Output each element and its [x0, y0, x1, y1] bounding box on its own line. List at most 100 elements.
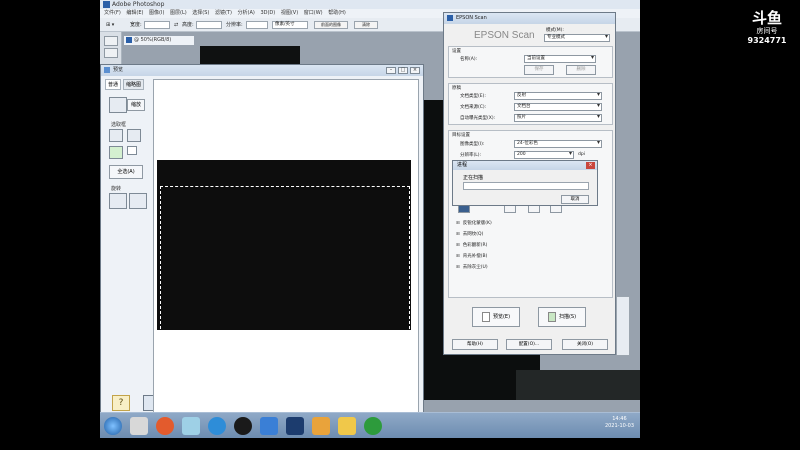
menu-select[interactable]: 选择(S): [192, 10, 209, 16]
delete-button[interactable]: 删除: [566, 65, 596, 75]
system-clock[interactable]: 14:46 2021-10-03: [605, 416, 634, 430]
scan-button-label: 扫描(S): [558, 314, 577, 320]
menu-filter[interactable]: 滤镜(T): [215, 10, 232, 16]
name-select[interactable]: 当前设置: [524, 55, 596, 63]
front-image-button[interactable]: 前面的图像: [314, 21, 348, 29]
background-window-edge: [616, 296, 630, 356]
progress-bar: [463, 182, 589, 190]
tab-thumbnail[interactable]: 缩略图: [123, 79, 145, 90]
preview-window: 预览 – □ × 普通 缩略图 缩放 选取框 全选(A) 旋转 ?: [100, 64, 424, 418]
marquee-color-icon[interactable]: [109, 146, 123, 159]
menu-edit[interactable]: 编辑(E): [126, 10, 143, 16]
doc-type-select[interactable]: 反射: [514, 92, 602, 100]
menu-analysis[interactable]: 分析(A): [238, 10, 255, 16]
maximize-button[interactable]: □: [398, 67, 408, 74]
marquee-edit-icon[interactable]: [109, 129, 123, 142]
progress-close-icon[interactable]: ×: [586, 162, 595, 169]
taskbar: 14:46 2021-10-03: [100, 412, 640, 438]
close-button-epson[interactable]: 关闭(O): [562, 339, 608, 350]
resolution-unit: dpi: [578, 152, 585, 157]
desktop-screen: Adobe Photoshop 文件(F) 编辑(E) 图像(I) 图层(L) …: [100, 0, 640, 438]
minimize-button[interactable]: –: [386, 67, 396, 74]
marquee-delete-icon[interactable]: [127, 146, 137, 155]
start-button-icon[interactable]: [104, 417, 122, 435]
config-button[interactable]: 配置(O)...: [506, 339, 552, 350]
taskbar-app-icon[interactable]: [156, 417, 174, 435]
mode-select[interactable]: 专业模式: [544, 34, 610, 42]
select-all-button[interactable]: 全选(A): [109, 165, 143, 179]
epson-titlebar: EPSON Scan: [444, 13, 615, 24]
document-image-fabric-bottom: [516, 370, 640, 400]
option-unsharp-mask[interactable]: 反锐化蒙版(K): [456, 220, 492, 226]
epson-title: EPSON Scan: [456, 15, 487, 21]
help-icon[interactable]: ?: [112, 395, 130, 411]
crop-tool-icon[interactable]: ⊞ ▾: [106, 18, 114, 32]
document-icon: [126, 37, 132, 43]
menu-file[interactable]: 文件(F): [104, 10, 121, 16]
resolution-input[interactable]: [246, 21, 268, 29]
taskbar-app-icon[interactable]: [234, 417, 252, 435]
taskbar-app-icon[interactable]: [338, 417, 356, 435]
tab-normal[interactable]: 普通: [105, 79, 122, 90]
taskbar-app-icon[interactable]: [286, 417, 304, 435]
menu-help[interactable]: 帮助(H): [328, 10, 346, 16]
progress-title: 进程: [457, 162, 468, 168]
magnifier-icon[interactable]: [109, 97, 127, 113]
image-type-label: 图像类型(I):: [460, 142, 485, 147]
rotate-left-icon[interactable]: [109, 193, 127, 209]
photoshop-titlebar: Adobe Photoshop: [100, 0, 640, 9]
menu-window[interactable]: 窗口(W): [304, 10, 323, 16]
room-label: 房间号: [756, 27, 778, 35]
scan-button[interactable]: 扫描(S): [538, 307, 586, 327]
preview-button[interactable]: 预览(E): [472, 307, 520, 327]
document-tab[interactable]: @ 50%(RGB/8): [124, 36, 194, 45]
room-id: 9324771: [747, 36, 787, 45]
marquee-tool-icon[interactable]: [104, 36, 118, 46]
preview-canvas[interactable]: [153, 79, 419, 413]
menu-3d[interactable]: 3D(D): [260, 10, 275, 16]
taskbar-app-icon[interactable]: [364, 417, 382, 435]
preview-sidebar: 普通 缩略图 缩放 选取框 全选(A) 旋转 ?: [105, 79, 161, 413]
preview-titlebar: 预览 – □ ×: [101, 65, 423, 76]
width-input[interactable]: [144, 21, 170, 29]
selection-marquee[interactable]: [160, 186, 410, 334]
option-dust-removal[interactable]: 去除灰尘(U): [456, 264, 488, 270]
preview-tabs: 普通 缩略图: [105, 79, 151, 90]
zoom-button[interactable]: 缩放: [127, 99, 145, 111]
marquee-copy-icon[interactable]: [127, 129, 141, 142]
menu-image[interactable]: 图像(I): [149, 10, 164, 16]
doc-source-select[interactable]: 文档台: [514, 103, 602, 111]
clock-date: 2021-10-03: [604, 423, 634, 429]
menu-layer[interactable]: 图层(L): [170, 10, 187, 16]
auto-exposure-select[interactable]: 照片: [514, 114, 602, 122]
taskbar-app-icon[interactable]: [208, 417, 226, 435]
auto-exposure-label: 自动曝光类型(X):: [460, 116, 496, 121]
option-backlight-correction[interactable]: 背光补偿(B): [456, 253, 488, 259]
original-heading: 原稿: [452, 86, 461, 91]
save-button[interactable]: 保存: [524, 65, 554, 75]
document-tab-label: @ 50%(RGB/8): [134, 37, 172, 43]
epson-logo: EPSON Scan: [474, 30, 535, 41]
swap-icon[interactable]: ⇄: [174, 18, 178, 32]
image-type-select[interactable]: 24-位彩色: [514, 140, 602, 148]
doc-type-label: 文档类型(E):: [460, 94, 486, 99]
progress-dialog: 进程 × 正在扫描 取消: [452, 160, 598, 206]
option-descreening[interactable]: 去网纹(Q): [456, 231, 484, 237]
clear-button[interactable]: 清除: [354, 21, 378, 29]
resolution-unit-select[interactable]: 像素/英寸: [272, 21, 308, 29]
height-input[interactable]: [196, 21, 222, 29]
menu-view[interactable]: 视图(V): [281, 10, 298, 16]
preview-doc-icon: [481, 311, 490, 322]
taskbar-app-icon[interactable]: [312, 417, 330, 435]
taskbar-app-icon[interactable]: [182, 417, 200, 435]
resolution-select[interactable]: 200: [514, 151, 574, 159]
cancel-button[interactable]: 取消: [561, 195, 589, 204]
taskbar-app-icon[interactable]: [260, 417, 278, 435]
option-color-restoration[interactable]: 色彩翻新(R): [456, 242, 488, 248]
help-button[interactable]: 帮助(H): [452, 339, 498, 350]
clock-time: 14:46: [612, 416, 627, 422]
rotate-right-icon[interactable]: [129, 193, 147, 209]
move-tool-icon[interactable]: [104, 48, 118, 58]
taskbar-app-icon[interactable]: [130, 417, 148, 435]
close-button[interactable]: ×: [410, 67, 420, 74]
